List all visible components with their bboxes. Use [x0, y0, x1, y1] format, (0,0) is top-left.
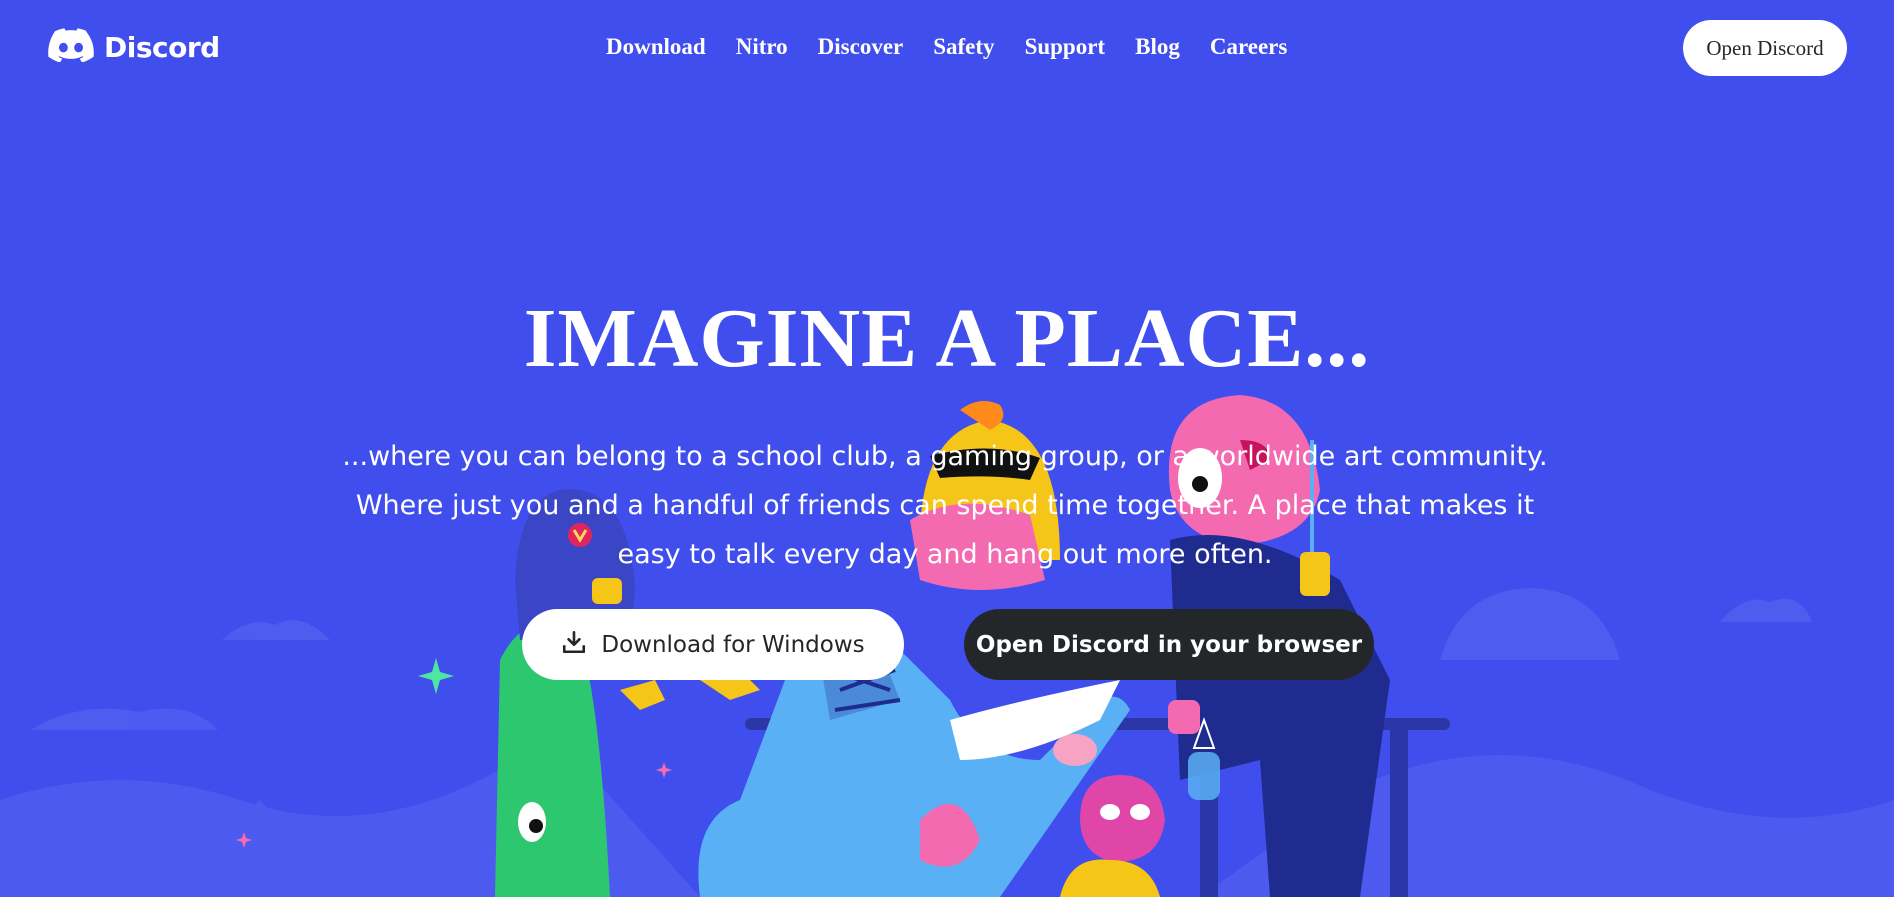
- nav-link-careers[interactable]: Careers: [1210, 34, 1287, 60]
- open-discord-button[interactable]: Open Discord: [1683, 20, 1847, 76]
- small-pink-character: [1060, 775, 1165, 897]
- discord-logo-icon: [48, 28, 94, 67]
- download-icon: [561, 629, 587, 661]
- nav-link-support[interactable]: Support: [1025, 34, 1106, 60]
- open-in-browser-button[interactable]: Open Discord in your browser: [964, 609, 1374, 680]
- download-button-label: Download for Windows: [601, 631, 865, 658]
- hero-title: IMAGINE A PLACE...: [523, 292, 1371, 385]
- hero-description: ...where you can belong to a school club…: [342, 441, 1548, 570]
- nav-link-discover[interactable]: Discover: [818, 34, 904, 60]
- discord-logo[interactable]: Discord: [48, 28, 220, 67]
- nav-link-download[interactable]: Download: [606, 34, 706, 60]
- nav-link-nitro[interactable]: Nitro: [736, 34, 788, 60]
- nav-link-safety[interactable]: Safety: [933, 34, 994, 60]
- main-nav: Download Nitro Discover Safety Support B…: [606, 34, 1317, 60]
- nav-link-blog[interactable]: Blog: [1135, 34, 1180, 60]
- top-navigation-bar: Discord Download Nitro Discover Safety S…: [0, 0, 1894, 96]
- download-for-windows-button[interactable]: Download for Windows: [522, 609, 904, 680]
- discord-wordmark: Discord: [104, 31, 220, 64]
